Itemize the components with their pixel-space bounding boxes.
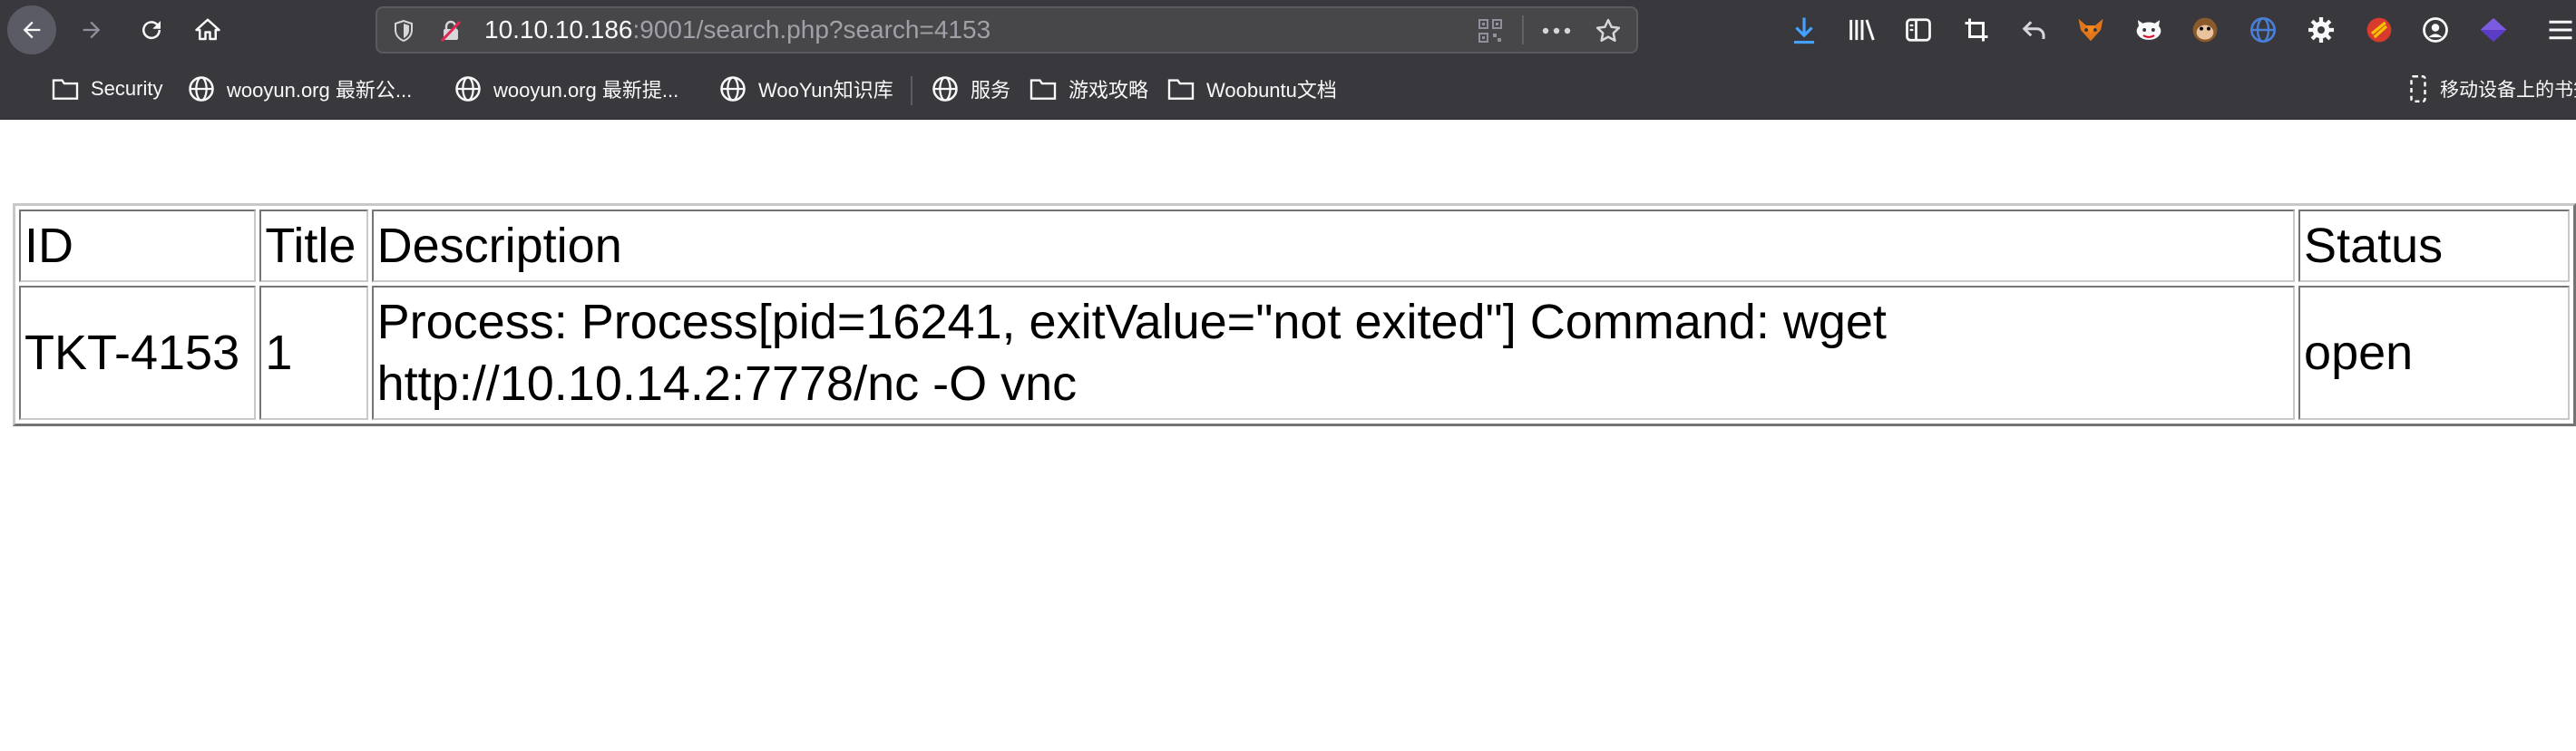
insecure-lock-icon[interactable] <box>437 17 464 44</box>
bookmark-wooyun-latest-submit[interactable]: wooyun.org 最新提... <box>454 73 678 105</box>
ticket-title: 1 <box>259 286 368 420</box>
account-icon[interactable] <box>2418 13 2453 47</box>
globe-network-icon[interactable] <box>2246 13 2280 47</box>
forward-arrow-icon <box>83 21 101 39</box>
tickets-table: ID Title Description Status TKT-4153 1 P… <box>13 203 2576 426</box>
tracking-protection-shield-icon[interactable] <box>390 17 417 44</box>
globe-icon <box>931 74 960 103</box>
home-icon <box>195 18 220 41</box>
bookmark-label: wooyun.org 最新公... <box>227 79 413 102</box>
fox-extension-icon[interactable] <box>2073 13 2108 47</box>
column-header-id: ID <box>19 210 257 282</box>
folder-icon <box>1029 74 1058 103</box>
bookmark-wooyun-latest-public[interactable]: wooyun.org 最新公... <box>187 73 412 105</box>
bookmark-label: wooyun.org 最新提... <box>493 79 679 102</box>
home-button[interactable] <box>183 5 232 54</box>
ticket-id: TKT-4153 <box>19 286 257 420</box>
bookmark-label: 移动设备上的书签 <box>2440 80 2576 101</box>
browser-toolbar: 10.10.10.186:9001/search.php?search=4153 <box>0 0 2576 60</box>
qr-code-icon[interactable] <box>1477 17 1504 44</box>
mobile-bookmarks-icon <box>2404 74 2433 103</box>
globe-icon <box>187 74 216 103</box>
downloads-icon[interactable] <box>1787 13 1821 47</box>
bookmark-mobile[interactable]: 移动设备上的书签 <box>2404 73 2576 105</box>
description-line-2: http://10.10.14.2:7778/nc -O vnc <box>376 356 1078 411</box>
library-icon[interactable] <box>1845 13 1879 47</box>
bookmark-label: Woobuntu文档 <box>1206 79 1337 102</box>
bookmark-star-icon[interactable] <box>1593 15 1624 46</box>
reload-icon <box>142 21 161 40</box>
back-arrow-icon <box>23 21 41 39</box>
bookmark-game-guides[interactable]: 游戏攻略 <box>1029 73 1148 105</box>
bookmarks-toolbar: Security wooyun.org 最新公... wooyun.org 最新… <box>0 60 2576 120</box>
table-header-row: ID Title Description Status <box>19 210 2570 282</box>
bookmarks-separator <box>911 76 912 105</box>
gear-icon[interactable] <box>2304 13 2338 47</box>
menu-icon[interactable] <box>2543 13 2576 47</box>
sidebar-icon[interactable] <box>1901 13 1936 47</box>
globe-icon <box>454 74 483 103</box>
globe-icon <box>718 74 747 103</box>
bookmark-security[interactable]: Security <box>51 73 162 105</box>
folder-icon <box>1166 74 1195 103</box>
url-bar-divider <box>1522 15 1524 44</box>
forward-button[interactable] <box>67 5 116 54</box>
bookmark-label: WooYun知识库 <box>758 79 893 102</box>
hackbar-extension-icon[interactable] <box>2362 13 2396 47</box>
column-header-status: Status <box>2298 210 2570 282</box>
cat-extension-icon[interactable] <box>2132 13 2166 47</box>
screenshot-crop-icon[interactable] <box>1959 13 1994 47</box>
diamond-extension-icon[interactable] <box>2476 13 2511 47</box>
folder-icon <box>51 74 80 103</box>
url-text[interactable]: 10.10.10.186:9001/search.php?search=4153 <box>484 8 990 52</box>
bookmark-woobuntu-docs[interactable]: Woobuntu文档 <box>1166 73 1337 105</box>
undo-arrow-icon[interactable] <box>2017 13 2052 47</box>
bookmark-label: 游戏攻略 <box>1068 79 1149 102</box>
bookmark-label: Security <box>91 77 163 100</box>
description-line-1: Process: Process[pid=16241, exitValue="n… <box>376 295 1887 349</box>
bookmark-wooyun-knowledge[interactable]: WooYun知识库 <box>718 73 893 105</box>
page-actions-more-icon[interactable] <box>1540 17 1573 44</box>
page-content: ID Title Description Status TKT-4153 1 P… <box>0 120 2576 751</box>
monkey-extension-icon[interactable] <box>2188 13 2222 47</box>
url-bar[interactable]: 10.10.10.186:9001/search.php?search=4153 <box>376 6 1638 54</box>
reload-button[interactable] <box>127 5 176 54</box>
column-header-description: Description <box>371 210 2296 282</box>
url-host: 10.10.10.186 <box>484 15 633 44</box>
back-button[interactable] <box>7 5 56 54</box>
ticket-status: open <box>2298 286 2570 420</box>
url-path: :9001/search.php?search=4153 <box>632 15 991 44</box>
table-row: TKT-4153 1 Process: Process[pid=16241, e… <box>19 286 2570 420</box>
bookmark-services[interactable]: 服务 <box>931 73 1010 105</box>
bookmark-label: 服务 <box>971 79 1011 102</box>
ticket-description: Process: Process[pid=16241, exitValue="n… <box>371 286 2296 420</box>
column-header-title: Title <box>259 210 368 282</box>
